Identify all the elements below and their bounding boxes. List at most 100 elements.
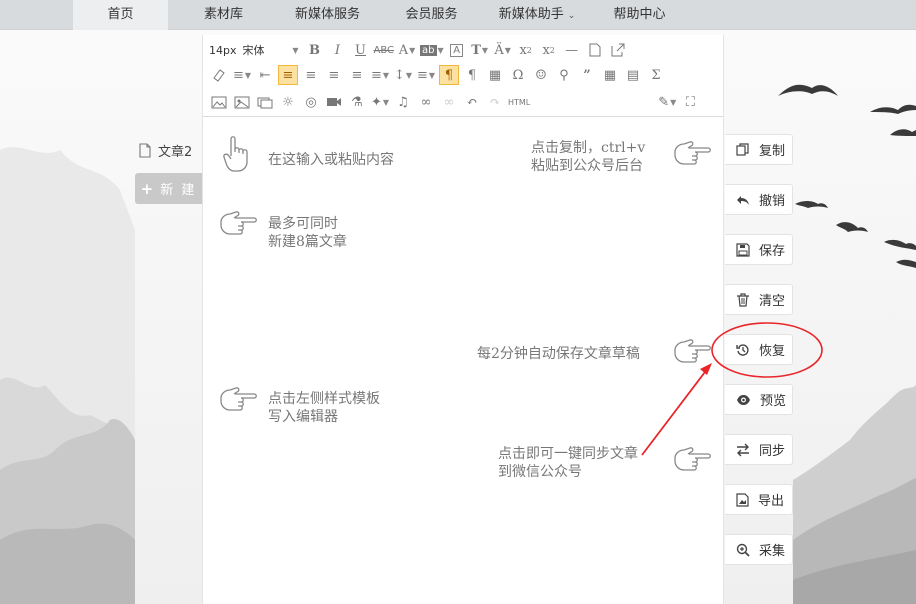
- template-icon[interactable]: ▤: [623, 65, 643, 85]
- preview-button[interactable]: 预览: [725, 384, 793, 415]
- toolbar-row-3: ☼ ◎ ⚗ ✦ ▼ ♫ ∞ ∞ ↶ ↷ HTML ✎ ▼ ⛶: [209, 91, 703, 113]
- nav-new-media-service[interactable]: 新媒体服务: [280, 0, 375, 30]
- align-left-icon[interactable]: ≡: [278, 65, 298, 85]
- quote-icon[interactable]: ”: [577, 65, 597, 85]
- text-border-icon[interactable]: A: [447, 40, 467, 60]
- palette-icon[interactable]: ☼: [278, 92, 298, 112]
- text-effect-icon[interactable]: T ▼: [470, 40, 490, 60]
- editor-toolbar: 14px 宋体 ▼ B I U ABC A ▼ ab ▼ A T ▼ Ä ▼ x2 x2…: [203, 35, 723, 117]
- fullscreen-icon[interactable]: ⛶: [680, 92, 700, 112]
- plus-icon: +: [140, 179, 156, 198]
- export-icon[interactable]: [608, 40, 628, 60]
- format-painter-icon[interactable]: ▦: [485, 65, 505, 85]
- hint-autosave: 每2分钟自动保存文章草稿: [477, 346, 640, 362]
- multi-image-icon[interactable]: [232, 92, 252, 112]
- underline-icon[interactable]: U: [351, 40, 371, 60]
- top-nav: 首页 素材库 新媒体服务 会员服务 新媒体助手 ⌄ 帮助中心: [0, 0, 916, 30]
- zoom-in-icon: [736, 543, 750, 557]
- html-source-button[interactable]: HTML: [508, 92, 530, 112]
- copy-button[interactable]: 复制: [725, 134, 793, 165]
- restore-button[interactable]: 恢复: [725, 334, 793, 365]
- article-tab-label: 文章2: [158, 144, 193, 160]
- rtl-direction-icon[interactable]: ¶: [462, 65, 482, 85]
- broom-icon[interactable]: ⚗: [347, 92, 367, 112]
- hand-pointing-right-icon: [674, 447, 711, 471]
- image-file-icon: [736, 492, 749, 507]
- dropdown-arrow-icon: ▼: [292, 45, 299, 55]
- image-icon[interactable]: [209, 92, 229, 112]
- undo-button[interactable]: 撤销: [725, 184, 793, 215]
- sync-button[interactable]: 同步: [725, 434, 793, 465]
- chevron-down-icon: ⌄: [567, 11, 576, 21]
- edit-mode-icon[interactable]: ✎ ▼: [657, 92, 677, 112]
- outdent-icon[interactable]: ⇤: [255, 65, 275, 85]
- editor-content-area[interactable]: 在这输入或粘贴内容 点击复制，ctrl+v 粘贴到公众号后台 最多可同时 新建8…: [203, 118, 723, 604]
- nav-home[interactable]: 首页: [73, 0, 168, 30]
- italic-icon[interactable]: I: [328, 40, 348, 60]
- collect-button[interactable]: 采集: [725, 534, 793, 565]
- blank-page-icon[interactable]: [585, 40, 605, 60]
- background-color-icon[interactable]: ab ▼: [420, 40, 444, 60]
- hand-pointing-right-icon: [674, 141, 711, 165]
- emoji-icon[interactable]: ☺: [531, 65, 551, 85]
- superscript-icon[interactable]: x2: [516, 40, 536, 60]
- nav-help-center[interactable]: 帮助中心: [592, 0, 687, 30]
- sync-arrows-icon: [737, 443, 749, 456]
- letter-spacing-icon[interactable]: Ä ▼: [493, 40, 513, 60]
- save-icon: [736, 242, 750, 257]
- search-replace-icon[interactable]: ⚲: [554, 65, 574, 85]
- nav-material-library[interactable]: 素材库: [176, 0, 271, 30]
- magic-wand-icon[interactable]: ✦ ▼: [370, 92, 390, 112]
- special-char-icon[interactable]: Ω: [508, 65, 528, 85]
- undo-icon[interactable]: ↶: [462, 92, 482, 112]
- hand-pointing-up-icon: [223, 136, 248, 172]
- video-icon[interactable]: [324, 92, 344, 112]
- horizontal-rule-icon[interactable]: —: [562, 40, 582, 60]
- align-justify-icon[interactable]: ≡: [347, 65, 367, 85]
- hand-pointing-right-icon: [220, 387, 257, 411]
- export-button[interactable]: 导出: [725, 484, 793, 515]
- unlink-icon[interactable]: ∞: [439, 92, 459, 112]
- subscript-icon[interactable]: x2: [539, 40, 559, 60]
- link-icon[interactable]: ∞: [416, 92, 436, 112]
- sum-icon[interactable]: Σ: [646, 65, 666, 85]
- clear-button[interactable]: 清空: [725, 284, 793, 315]
- align-right-icon[interactable]: ≡: [324, 65, 344, 85]
- hint-copy: 点击复制，ctrl+v 粘贴到公众号后台: [531, 140, 646, 174]
- font-family-select[interactable]: 宋体 ▼: [243, 40, 299, 60]
- indent-icon[interactable]: ≡ ▼: [232, 65, 252, 85]
- font-size-select[interactable]: 14px: [209, 40, 237, 60]
- save-button[interactable]: 保存: [725, 234, 793, 265]
- new-article-button[interactable]: + 新 建: [135, 173, 202, 204]
- strikethrough-icon[interactable]: ABC: [374, 40, 395, 60]
- hand-pointing-right-icon: [220, 211, 257, 235]
- editor: 14px 宋体 ▼ B I U ABC A ▼ ab ▼ A T ▼ Ä ▼ x2 x2…: [202, 35, 724, 604]
- article-tab[interactable]: 文章2: [138, 139, 192, 161]
- ltr-direction-icon[interactable]: ¶: [439, 65, 459, 85]
- document-icon: [139, 142, 151, 158]
- line-height-icon[interactable]: ↕ ▼: [393, 65, 413, 85]
- undo-icon: [737, 195, 749, 205]
- music-icon[interactable]: ♫: [393, 92, 413, 112]
- hint-template: 点击左侧样式模板 写入编辑器: [268, 391, 380, 425]
- new-article-label: 新 建: [160, 183, 197, 198]
- table-icon[interactable]: ▦: [600, 65, 620, 85]
- font-color-icon[interactable]: A ▼: [397, 40, 417, 60]
- history-icon: [736, 343, 749, 356]
- nav-member-service[interactable]: 会员服务: [384, 0, 479, 30]
- toolbar-row-1: 14px 宋体 ▼ B I U ABC A ▼ ab ▼ A T ▼ Ä ▼ x2 x2…: [209, 39, 631, 61]
- nav-new-media-assistant[interactable]: 新媒体助手 ⌄: [487, 0, 587, 30]
- hint-max-articles: 最多可同时 新建8篇文章: [268, 216, 347, 250]
- eraser-icon[interactable]: [209, 65, 229, 85]
- redo-icon[interactable]: ↷: [485, 92, 505, 112]
- toolbar-row-2: ≡ ▼ ⇤ ≡ ≡ ≡ ≡ ≡ ▼ ↕ ▼ ≡ ▼ ¶ ¶ ▦ Ω ☺ ⚲ ” ▦ ▤ …: [209, 64, 669, 86]
- location-icon[interactable]: ◎: [301, 92, 321, 112]
- line-indent-icon[interactable]: ≡ ▼: [370, 65, 390, 85]
- bold-icon[interactable]: B: [305, 40, 325, 60]
- hint-sync: 点击即可一键同步文章 到微信公众号: [498, 446, 638, 480]
- copy-icon: [736, 142, 749, 156]
- align-center-icon[interactable]: ≡: [301, 65, 321, 85]
- paragraph-spacing-icon[interactable]: ≡ ▼: [416, 65, 436, 85]
- eye-icon: [737, 394, 750, 405]
- screenshot-icon[interactable]: [255, 92, 275, 112]
